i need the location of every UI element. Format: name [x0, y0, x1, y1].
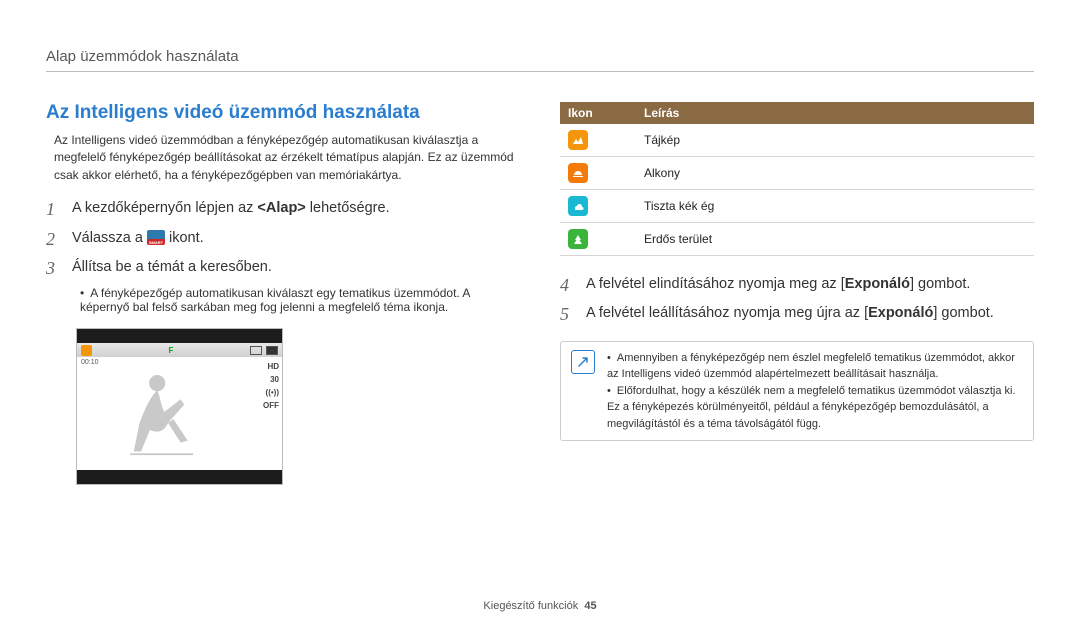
- intro-paragraph: Az Intelligens videó üzemmódban a fényké…: [46, 132, 520, 184]
- step-2: 2 Válassza a ikont.: [46, 228, 520, 251]
- preview-status-bar: F: [77, 343, 282, 357]
- divider: [46, 71, 1034, 72]
- footer-label: Kiegészítő funkciók: [483, 600, 578, 612]
- hd-badge: HD: [267, 363, 279, 371]
- two-column-layout: Az Intelligens videó üzemmód használata …: [46, 102, 1034, 485]
- battery-icon: [266, 346, 278, 355]
- step-5: 5 A felvétel leállításához nyomja meg új…: [560, 303, 1034, 326]
- table-cell-label: Tájkép: [636, 124, 1034, 157]
- stabilizer-icon: ((•)): [266, 389, 279, 397]
- step-pre: A felvétel elindításához nyomja meg az [: [586, 276, 845, 292]
- preview-black-bar-top: [77, 329, 282, 343]
- step-number: 5: [560, 303, 574, 326]
- blue-sky-icon: [568, 196, 588, 216]
- step-post: ] gombot.: [910, 276, 970, 292]
- landscape-icon: [568, 130, 588, 150]
- preview-side-icons: HD 30 ((•)) OFF: [263, 363, 279, 410]
- forest-icon: [568, 229, 588, 249]
- step-bold: Exponáló: [868, 305, 933, 321]
- step-post: ikont.: [165, 230, 204, 246]
- table-row: Erdős terület: [560, 223, 1034, 256]
- note-icon: [571, 350, 595, 374]
- step-text: A felvétel elindításához nyomja meg az […: [586, 274, 1034, 296]
- step-bold: <Alap>: [257, 200, 305, 216]
- step-text: Állítsa be a témát a keresőben.: [72, 257, 520, 279]
- sub-bullet: A fényképezőgép automatikusan kiválaszt …: [80, 286, 520, 314]
- step-text: A kezdőképernyőn lépjen az <Alap> lehető…: [72, 198, 520, 220]
- step-text: Válassza a ikont.: [72, 228, 520, 250]
- table-cell-label: Erdős terület: [636, 223, 1034, 256]
- step-1: 1 A kezdőképernyőn lépjen az <Alap> lehe…: [46, 198, 520, 221]
- landscape-icon: [81, 345, 92, 356]
- preview-black-bar-bottom: [77, 470, 282, 484]
- note-item: Előfordulhat, hogy a készülék nem a megf…: [607, 383, 1023, 433]
- timestamp: 00:10: [81, 359, 99, 366]
- step-pre: A felvétel leállításához nyomja meg újra…: [586, 305, 868, 321]
- step-number: 1: [46, 198, 60, 221]
- step-4: 4 A felvétel elindításához nyomja meg az…: [560, 274, 1034, 297]
- table-head-desc: Leírás: [636, 102, 1034, 124]
- right-column: Ikon Leírás Tájkép Alkony Tis: [560, 102, 1034, 485]
- step-post: lehetőségre.: [306, 200, 390, 216]
- step-pre: Válassza a: [72, 230, 147, 246]
- left-column: Az Intelligens videó üzemmód használata …: [46, 102, 520, 485]
- step-number: 3: [46, 257, 60, 280]
- note-list: Amennyiben a fényképezőgép nem észlel me…: [607, 350, 1023, 433]
- step-3: 3 Állítsa be a témát a keresőben.: [46, 257, 520, 280]
- table-row: Alkony: [560, 157, 1034, 190]
- f-badge: F: [169, 346, 174, 355]
- step-post: ] gombot.: [933, 305, 993, 321]
- step-number: 2: [46, 228, 60, 251]
- note-item: Amennyiben a fényképezőgép nem észlel me…: [607, 350, 1023, 383]
- off-badge: OFF: [263, 402, 279, 410]
- manual-page: Alap üzemmódok használata Az Intelligens…: [0, 0, 1080, 630]
- step-3-sub-bullets: A fényképezőgép automatikusan kiválaszt …: [80, 286, 520, 314]
- table-cell-label: Alkony: [636, 157, 1034, 190]
- skater-silhouette: [114, 370, 204, 470]
- icon-description-table: Ikon Leírás Tájkép Alkony Tis: [560, 102, 1034, 256]
- step-pre: A kezdőképernyőn lépjen az: [72, 200, 257, 216]
- step-number: 4: [560, 274, 574, 297]
- step-bold: Exponáló: [845, 276, 910, 292]
- sd-card-icon: [250, 346, 262, 355]
- fps-badge: 30: [270, 376, 279, 384]
- page-footer: Kiegészítő funkciók 45: [0, 600, 1080, 612]
- smart-mode-icon: [147, 230, 165, 245]
- breadcrumb: Alap üzemmódok használata: [46, 48, 1034, 65]
- camera-preview: F 00:10 HD 30 ((•)) OFF: [76, 328, 283, 485]
- preview-right-status: [250, 346, 278, 355]
- section-title: Az Intelligens videó üzemmód használata: [46, 102, 520, 124]
- page-number: 45: [584, 600, 596, 612]
- table-cell-label: Tiszta kék ég: [636, 190, 1034, 223]
- note-box: Amennyiben a fényképezőgép nem észlel me…: [560, 341, 1034, 442]
- table-head-icon: Ikon: [560, 102, 636, 124]
- table-row: Tiszta kék ég: [560, 190, 1034, 223]
- step-text: A felvétel leállításához nyomja meg újra…: [586, 303, 1034, 325]
- table-row: Tájkép: [560, 124, 1034, 157]
- sunset-icon: [568, 163, 588, 183]
